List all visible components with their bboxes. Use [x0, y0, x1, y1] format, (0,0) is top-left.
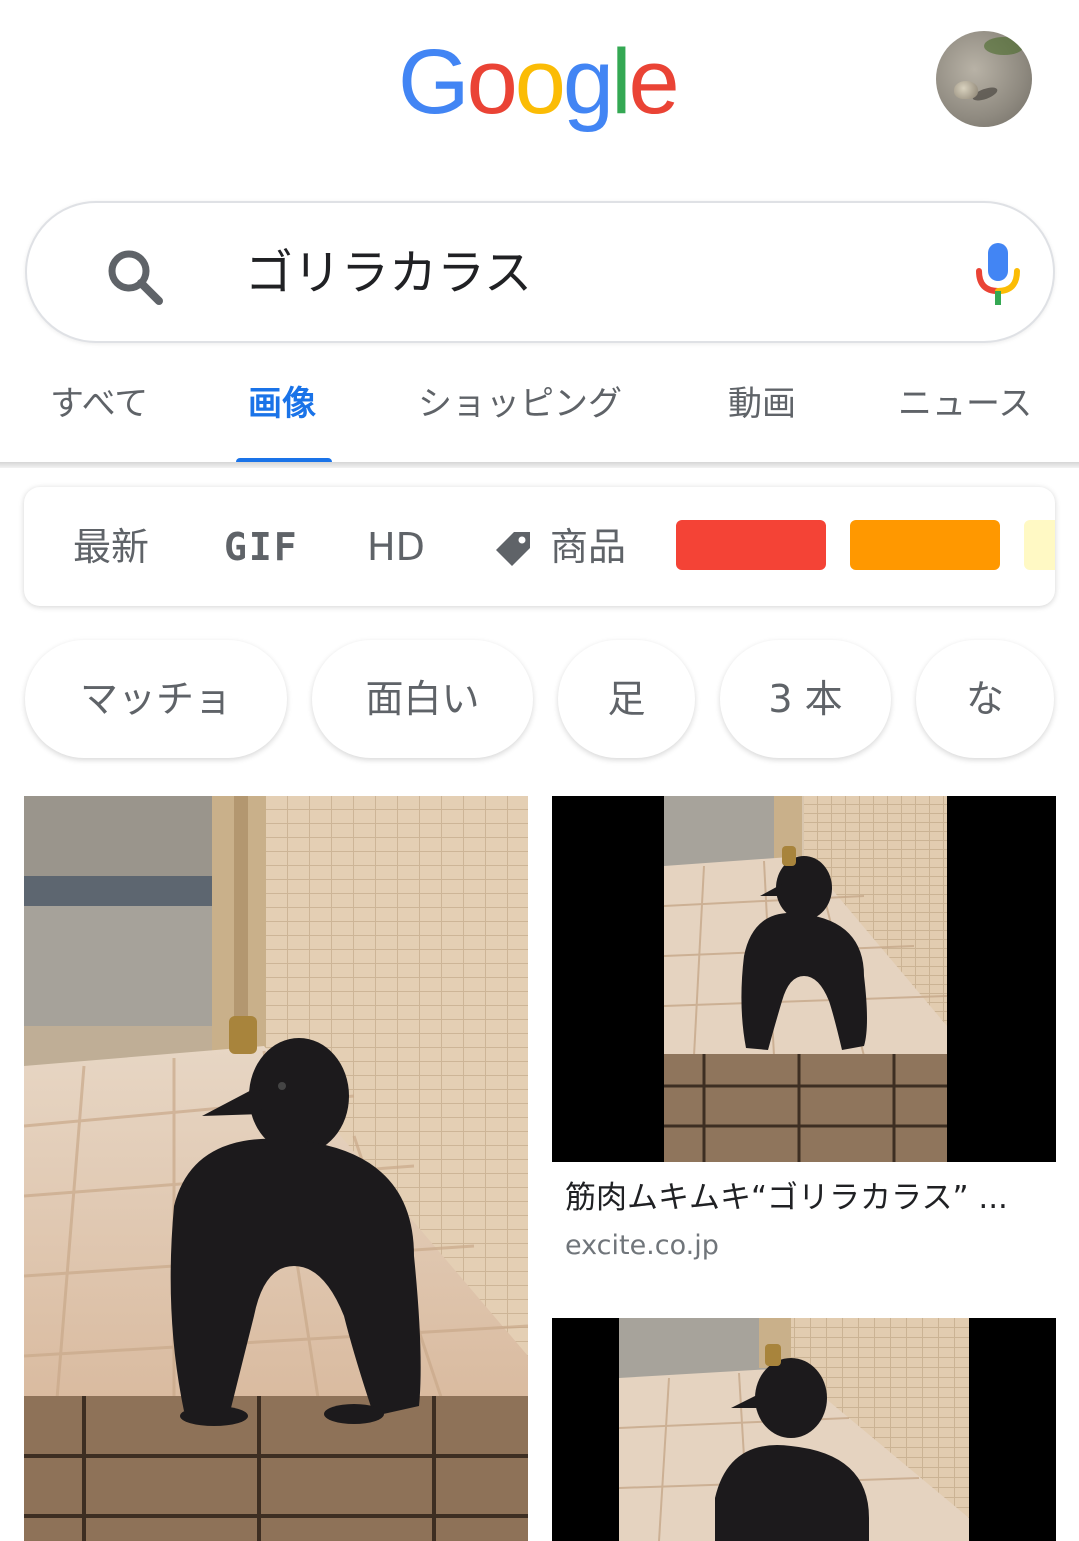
- logo-letter-l: l: [611, 31, 632, 133]
- tab-shopping[interactable]: ショッピング: [418, 382, 622, 426]
- tool-gif[interactable]: GIF: [224, 523, 299, 571]
- google-logo[interactable]: Google: [398, 31, 680, 133]
- chip-funny[interactable]: 面白い: [312, 640, 533, 758]
- logo-letter-g: G: [398, 31, 470, 133]
- avatar-leaf-detail: [984, 37, 1024, 55]
- result-image-2[interactable]: [552, 796, 1056, 1162]
- tag-icon: [496, 532, 530, 566]
- chip-macho[interactable]: マッチョ: [25, 640, 287, 758]
- chip-na[interactable]: な: [916, 640, 1054, 758]
- tool-recent[interactable]: 最新: [73, 523, 149, 571]
- chip-legs[interactable]: 足: [558, 640, 695, 758]
- gorilla-crow-photo: [24, 796, 528, 1541]
- color-swatch-red[interactable]: [676, 520, 826, 570]
- search-query[interactable]: ゴリラカラス: [245, 243, 532, 303]
- related-search-chips: マッチョ 面白い 足 3 本 な: [0, 640, 1079, 760]
- tab-all[interactable]: すべて: [50, 382, 148, 426]
- result-title[interactable]: 筋肉ムキムキ“ゴリラカラス” ...: [565, 1176, 1035, 1220]
- account-avatar[interactable]: [936, 31, 1032, 127]
- gorilla-crow-photo: [552, 796, 1056, 1162]
- color-swatch-yellow[interactable]: [1024, 520, 1055, 570]
- result-source[interactable]: excite.co.jp: [565, 1226, 719, 1266]
- logo-letter-o1: o: [466, 31, 518, 133]
- tool-hd[interactable]: HD: [367, 523, 425, 571]
- logo-letter-g2: g: [562, 31, 614, 133]
- result-image-3[interactable]: [552, 1318, 1056, 1541]
- result-image-1[interactable]: [24, 796, 528, 1541]
- google-image-search-page: Google ゴリラカラス すべて 画像 ショッピング 動画 ニュース 最新 G…: [0, 0, 1079, 1541]
- avatar-snail-detail: [954, 81, 978, 99]
- tab-videos[interactable]: 動画: [728, 382, 796, 426]
- search-icon[interactable]: [103, 245, 167, 309]
- search-tabs: すべて 画像 ショッピング 動画 ニュース: [0, 360, 1079, 466]
- search-bar[interactable]: ゴリラカラス: [25, 201, 1055, 343]
- tool-products[interactable]: 商品: [550, 523, 626, 571]
- logo-letter-e: e: [628, 31, 680, 133]
- gorilla-crow-photo: [552, 1318, 1056, 1541]
- image-tools-bar: 最新 GIF HD 商品: [24, 487, 1055, 606]
- tab-news[interactable]: ニュース: [898, 382, 1032, 426]
- tab-images[interactable]: 画像: [248, 382, 316, 426]
- tabs-divider: [0, 462, 1079, 468]
- color-swatch-orange[interactable]: [850, 520, 1000, 570]
- chip-three-legs[interactable]: 3 本: [720, 640, 891, 758]
- logo-letter-o2: o: [514, 31, 566, 133]
- microphone-icon[interactable]: [971, 241, 1025, 309]
